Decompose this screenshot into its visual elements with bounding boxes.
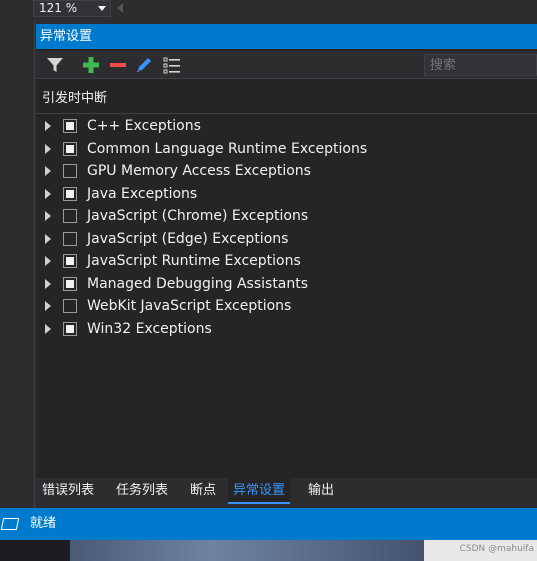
exception-label: C++ Exceptions <box>87 118 201 134</box>
tab-task-list[interactable]: 任务列表 <box>111 478 173 504</box>
expand-arrow-icon[interactable] <box>45 323 51 334</box>
exception-settings-panel: 异常设置 搜索 引发时中断 C++ Exceptions Common Lang… <box>36 24 537 478</box>
taskbar-strip: CSDN @mahuifa <box>0 540 537 561</box>
remove-icon[interactable] <box>108 55 128 75</box>
expand-arrow-icon[interactable] <box>45 256 51 266</box>
status-window-icon <box>0 518 20 530</box>
list-item[interactable]: JavaScript (Edge) Exceptions <box>36 228 537 251</box>
list-item[interactable]: JavaScript Runtime Exceptions <box>36 250 537 273</box>
list-item[interactable]: Win32 Exceptions <box>36 318 537 341</box>
expand-arrow-icon[interactable] <box>45 121 51 131</box>
expand-arrow-icon[interactable] <box>45 233 51 244</box>
status-bar: 就绪 <box>0 508 537 540</box>
exception-checkbox[interactable] <box>63 276 77 291</box>
watermark: CSDN @mahuifa <box>459 544 534 554</box>
column-header: 引发时中断 <box>36 84 537 114</box>
exception-checkbox[interactable] <box>63 164 77 178</box>
chevron-down-icon <box>98 6 106 11</box>
expand-arrow-icon[interactable] <box>45 143 51 154</box>
search-input[interactable] <box>424 54 537 76</box>
scroll-left-icon[interactable] <box>117 3 123 13</box>
exception-label: Managed Debugging Assistants <box>87 275 309 292</box>
edit-icon[interactable] <box>134 55 154 75</box>
exception-label: Win32 Exceptions <box>87 320 212 337</box>
exception-checkbox[interactable] <box>63 186 77 201</box>
exception-label: Java Exceptions <box>87 185 198 202</box>
exception-checkbox[interactable] <box>63 254 77 268</box>
filter-icon[interactable] <box>45 55 65 75</box>
exception-checkbox[interactable] <box>63 299 77 313</box>
zoom-value: 121 % <box>39 1 78 15</box>
status-text: 就绪 <box>30 516 57 531</box>
exception-checkbox[interactable] <box>63 141 77 156</box>
zoom-bar: 121 % <box>0 0 537 20</box>
restore-list-icon[interactable] <box>162 55 182 75</box>
tab-breakpoints[interactable]: 断点 <box>185 478 221 504</box>
list-item[interactable]: C++ Exceptions <box>36 115 537 138</box>
expand-arrow-icon[interactable] <box>45 278 51 289</box>
left-dock-strip <box>0 20 35 508</box>
exception-label: Common Language Runtime Exceptions <box>87 140 368 157</box>
exception-label: JavaScript (Chrome) Exceptions <box>87 208 309 224</box>
exception-label: GPU Memory Access Exceptions <box>87 163 311 179</box>
list-item[interactable]: Managed Debugging Assistants <box>36 273 537 296</box>
expand-arrow-icon[interactable] <box>45 166 51 176</box>
expand-arrow-icon[interactable] <box>45 301 51 311</box>
panel-title: 异常设置 <box>36 24 537 49</box>
zoom-dropdown[interactable]: 121 % <box>33 0 111 17</box>
list-item[interactable]: WebKit JavaScript Exceptions <box>36 295 537 318</box>
panel-toolbar <box>36 51 537 79</box>
tab-exception-settings[interactable]: 异常设置 <box>228 478 291 504</box>
list-item[interactable]: Java Exceptions <box>36 183 537 206</box>
tab-error-list[interactable]: 错误列表 <box>37 478 99 504</box>
exception-label: JavaScript Runtime Exceptions <box>87 253 301 269</box>
exception-list: C++ Exceptions Common Language Runtime Ex… <box>36 115 537 340</box>
exception-label: JavaScript (Edge) Exceptions <box>87 230 289 247</box>
exception-checkbox[interactable] <box>63 231 77 246</box>
exception-checkbox[interactable] <box>63 119 77 133</box>
exception-label: WebKit JavaScript Exceptions <box>87 298 292 314</box>
list-item[interactable]: Common Language Runtime Exceptions <box>36 138 537 161</box>
add-icon[interactable] <box>81 55 101 75</box>
taskbar-thumbnail <box>70 540 424 561</box>
vs-window: 121 % 异常设置 搜索 引发时中断 C++ Exceptions Commo… <box>0 0 537 561</box>
list-item[interactable]: GPU Memory Access Exceptions <box>36 160 537 183</box>
expand-arrow-icon[interactable] <box>45 188 51 199</box>
tab-output[interactable]: 输出 <box>303 478 339 504</box>
exception-checkbox[interactable] <box>63 209 77 223</box>
expand-arrow-icon[interactable] <box>45 211 51 221</box>
list-item[interactable]: JavaScript (Chrome) Exceptions <box>36 205 537 228</box>
bottom-tab-bar: 错误列表 任务列表 断点 异常设置 输出 <box>36 478 537 508</box>
exception-checkbox[interactable] <box>63 321 77 336</box>
